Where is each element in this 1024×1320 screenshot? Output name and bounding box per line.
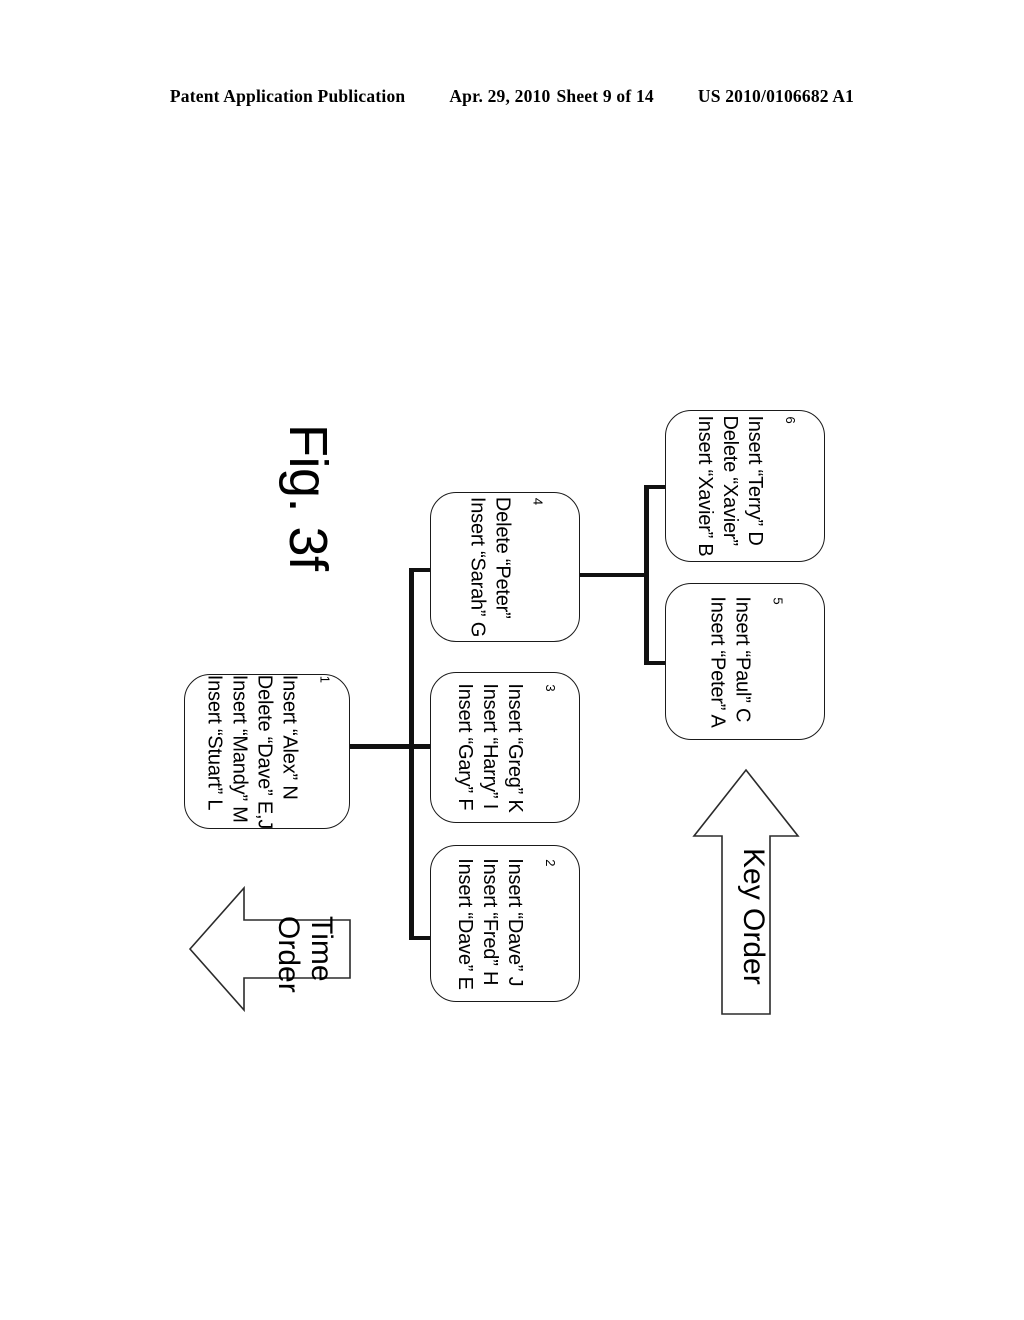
key-order-label-text: Key Order xyxy=(737,848,770,985)
node-4-lines: Delete “Peter” Insert “Sarah” G xyxy=(465,497,515,637)
key-order-arrow: Key Order xyxy=(690,766,802,1018)
time-order-arrow-label: Time Order xyxy=(272,916,338,1026)
node-1-content: 1 Insert “Alex” N Delete “Dave” E,J Inse… xyxy=(185,674,349,828)
node-4-line-2: Insert “Sarah” G xyxy=(466,496,489,638)
node-2-text-block: 2 Insert “Dave” J Insert “Fred” H Insert… xyxy=(452,858,558,989)
key-order-arrow-label: Key Order xyxy=(734,848,770,1028)
node-1-line-4: Insert “Stuart” L xyxy=(203,674,226,810)
connector-node1-to-bus xyxy=(348,744,414,749)
node-6-line-1: Insert “Terry” D xyxy=(744,415,766,546)
node-4-id: 4 xyxy=(530,497,546,506)
node-5-id: 5 xyxy=(770,596,786,605)
node-2-line-3: Insert “Dave” E xyxy=(454,857,476,990)
node-5-lines: Insert “Paul” C Insert “Peter” A xyxy=(705,596,755,727)
node-box-3[interactable]: 3 Insert “Greg” K Insert “Harry” I Inser… xyxy=(430,672,580,823)
node-1-line-3: Insert “Mandy” M xyxy=(228,674,251,823)
node-6-content: 6 Insert “Terry” D Delete “Xavier” Inser… xyxy=(666,411,824,561)
node-5-text-block: 5 Insert “Paul” C Insert “Peter” A xyxy=(705,596,786,727)
node-1-text-block: 1 Insert “Alex” N Delete “Dave” E,J Inse… xyxy=(202,674,333,828)
node-box-1[interactable]: 1 Insert “Alex” N Delete “Dave” E,J Inse… xyxy=(184,674,350,829)
node-3-line-3: Insert “Gary” F xyxy=(454,682,476,810)
node-box-4[interactable]: 4 Delete “Peter” Insert “Sarah” G xyxy=(430,492,580,642)
time-order-label-line-2: Order xyxy=(272,916,305,993)
node-box-2[interactable]: 2 Insert “Dave” J Insert “Fred” H Insert… xyxy=(430,845,580,1002)
connector-node4-to-bus xyxy=(580,573,646,577)
figure-title: Fig. 3f xyxy=(278,424,338,571)
node-3-text-block: 3 Insert “Greg” K Insert “Harry” I Inser… xyxy=(452,683,558,812)
node-2-lines: Insert “Dave” J Insert “Fred” H Insert “… xyxy=(452,858,527,989)
figure-canvas: Fig. 3f 1 Insert “Alex” N Delete “Dave” … xyxy=(0,0,1024,1320)
node-1-line-1: Insert “Alex” N xyxy=(278,674,301,800)
connector-bus-left xyxy=(409,568,414,940)
node-2-line-1: Insert “Dave” J xyxy=(504,857,526,986)
time-order-arrow: Time Order xyxy=(186,862,352,1036)
node-6-lines: Insert “Terry” D Delete “Xavier” Insert … xyxy=(692,415,767,556)
node-4-content: 4 Delete “Peter” Insert “Sarah” G xyxy=(431,493,579,641)
node-4-line-1: Delete “Peter” xyxy=(491,496,514,619)
node-3-id: 3 xyxy=(543,683,558,692)
node-3-lines: Insert “Greg” K Insert “Harry” I Insert … xyxy=(452,683,527,812)
node-2-content: 2 Insert “Dave” J Insert “Fred” H Insert… xyxy=(431,846,579,1001)
node-1-line-2: Delete “Dave” E,J xyxy=(253,674,276,829)
node-6-text-block: 6 Insert “Terry” D Delete “Xavier” Inser… xyxy=(692,415,798,556)
time-order-label-line-1: Time xyxy=(305,916,338,982)
node-1-lines: Insert “Alex” N Delete “Dave” E,J Insert… xyxy=(202,674,302,828)
node-6-line-3: Insert “Xavier” B xyxy=(694,415,716,557)
node-6-id: 6 xyxy=(783,416,798,424)
node-5-content: 5 Insert “Paul” C Insert “Peter” A xyxy=(666,584,824,739)
node-3-line-1: Insert “Greg” K xyxy=(504,682,526,813)
node-6-line-2: Delete “Xavier” xyxy=(719,415,741,546)
node-4-text-block: 4 Delete “Peter” Insert “Sarah” G xyxy=(465,497,546,637)
node-3-line-2: Insert “Harry” I xyxy=(479,682,501,809)
node-3-content: 3 Insert “Greg” K Insert “Harry” I Inser… xyxy=(431,673,579,822)
node-5-line-2: Insert “Peter” A xyxy=(706,595,729,728)
node-box-6[interactable]: 6 Insert “Terry” D Delete “Xavier” Inser… xyxy=(665,410,825,562)
node-2-id: 2 xyxy=(543,858,558,866)
node-1-id: 1 xyxy=(317,675,333,683)
node-5-line-1: Insert “Paul” C xyxy=(731,595,754,722)
node-box-5[interactable]: 5 Insert “Paul” C Insert “Peter” A xyxy=(665,583,825,740)
node-2-line-2: Insert “Fred” H xyxy=(479,857,501,985)
connector-bus-right xyxy=(644,485,649,665)
